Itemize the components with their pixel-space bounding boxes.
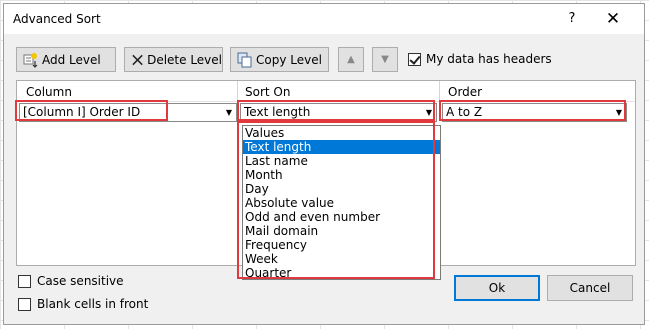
- order-select[interactable]: A to Z ▼: [442, 103, 627, 122]
- sort-on-select[interactable]: Text length ▼: [240, 103, 437, 122]
- copy-level-label: Copy Level: [256, 52, 322, 67]
- case-sensitive-label: Case sensitive: [37, 274, 124, 288]
- title-bar: Advanced Sort ? ✕: [4, 4, 644, 34]
- down-arrow-icon: ▼: [381, 54, 389, 65]
- copy-level-button[interactable]: Copy Level: [230, 47, 329, 72]
- chevron-down-icon[interactable]: ▼: [613, 105, 625, 120]
- up-arrow-icon: ▲: [347, 54, 355, 65]
- headers-checkbox[interactable]: [408, 52, 421, 66]
- delete-level-label: Delete Level: [147, 52, 222, 67]
- copy-icon: [237, 52, 252, 67]
- sort-on-header: Sort On: [245, 85, 291, 99]
- add-level-icon: [23, 52, 38, 68]
- headers-label: My data has headers: [426, 52, 552, 66]
- sort-on-option[interactable]: Absolute value: [243, 196, 440, 210]
- delete-level-button[interactable]: Delete Level: [124, 47, 223, 72]
- header-divider: [17, 101, 635, 102]
- column-separator: [237, 81, 238, 101]
- blank-cells-option[interactable]: Blank cells in front: [18, 297, 148, 311]
- sort-on-option[interactable]: Frequency: [243, 238, 440, 252]
- sort-on-option[interactable]: Values: [243, 126, 440, 140]
- sort-on-dropdown-list[interactable]: Values Text length Last name Month Day Absolu…: [242, 125, 441, 280]
- my-data-has-headers-option[interactable]: My data has headers: [408, 52, 552, 66]
- sort-on-option[interactable]: Text length: [243, 140, 440, 154]
- delete-icon: [132, 54, 143, 65]
- sort-on-value: Text length: [244, 105, 311, 119]
- cancel-button[interactable]: Cancel: [547, 275, 633, 301]
- column-value: [Column I] Order ID: [23, 105, 141, 119]
- column-select[interactable]: [Column I] Order ID ▼: [19, 103, 237, 122]
- dialog-title: Advanced Sort: [13, 12, 101, 26]
- chevron-down-icon[interactable]: ▼: [223, 105, 235, 120]
- sort-on-option[interactable]: Mail domain: [243, 224, 440, 238]
- sort-on-option[interactable]: Last name: [243, 154, 440, 168]
- sort-on-option[interactable]: Quarter: [243, 266, 440, 280]
- sort-on-option[interactable]: Month: [243, 168, 440, 182]
- sort-on-option[interactable]: Day: [243, 182, 440, 196]
- column-separator: [439, 81, 440, 101]
- case-sensitive-checkbox[interactable]: [18, 274, 31, 288]
- blank-cells-label: Blank cells in front: [37, 297, 149, 311]
- sort-on-option[interactable]: Week: [243, 252, 440, 266]
- chevron-down-icon[interactable]: ▼: [423, 105, 435, 120]
- add-level-button[interactable]: Add Level: [16, 47, 116, 72]
- close-button[interactable]: ✕: [600, 8, 626, 30]
- column-header: Column: [26, 85, 72, 99]
- order-value: A to Z: [446, 105, 483, 119]
- order-header: Order: [448, 85, 483, 99]
- case-sensitive-option[interactable]: Case sensitive: [18, 274, 124, 288]
- add-level-label: Add Level: [42, 52, 101, 67]
- ok-button[interactable]: Ok: [454, 275, 540, 301]
- help-button[interactable]: ?: [559, 8, 585, 30]
- advanced-sort-dialog: Advanced Sort ? ✕ Add Level Delete Level…: [3, 3, 645, 325]
- move-down-button[interactable]: ▼: [372, 47, 398, 72]
- blank-cells-checkbox[interactable]: [18, 297, 31, 311]
- move-up-button[interactable]: ▲: [338, 47, 364, 72]
- sort-on-option[interactable]: Odd and even number: [243, 210, 440, 224]
